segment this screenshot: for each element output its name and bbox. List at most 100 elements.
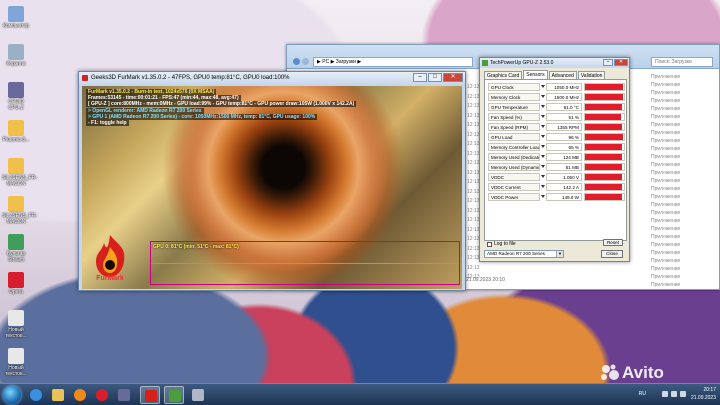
file-type: Приложение bbox=[651, 218, 681, 224]
gpuz-title: TechPowerUp GPU-Z 2.53.0 bbox=[490, 60, 554, 66]
tab-sensors[interactable]: Sensors bbox=[523, 70, 548, 79]
sensor-name: Memory Used (Dynamic) bbox=[488, 163, 540, 171]
file-time: 12:13 bbox=[467, 160, 480, 166]
desktop-icon[interactable]: Opera bbox=[2, 272, 30, 295]
desktop-icon[interactable]: Новый текстов... bbox=[2, 310, 30, 339]
app-icon bbox=[192, 389, 204, 401]
furmark-window[interactable]: Geeks3D FurMark v1.35.0.2 - 47FPS, GPU0 … bbox=[78, 71, 466, 291]
sensor-dropdown-icon[interactable] bbox=[541, 135, 545, 138]
desktop-icon[interactable]: CPUID CPU-Z bbox=[2, 82, 30, 111]
gpuz-minimize-button[interactable]: – bbox=[603, 59, 613, 66]
explorer-search-input[interactable]: Поиск: Загрузки bbox=[651, 57, 713, 67]
file-type: Приложение bbox=[651, 138, 681, 144]
sensor-dropdown-icon[interactable] bbox=[541, 195, 545, 198]
close-button[interactable]: ✕ bbox=[443, 73, 463, 82]
file-type: Приложение bbox=[651, 162, 681, 168]
opera-icon bbox=[8, 272, 24, 288]
furmark-titlebar[interactable]: Geeks3D FurMark v1.35.0.2 - 47FPS, GPU0 … bbox=[79, 72, 465, 84]
desktop-icon[interactable]: Компьютер bbox=[2, 6, 30, 29]
start-button[interactable] bbox=[3, 386, 21, 404]
language-indicator[interactable]: RU bbox=[639, 391, 646, 397]
sensor-row: VDDC Power 149.6 W bbox=[488, 193, 625, 201]
sensor-graph bbox=[584, 163, 625, 171]
back-icon[interactable] bbox=[293, 58, 300, 65]
sensor-value: 149.6 W bbox=[546, 193, 582, 201]
desktop-icon[interactable]: Plutonia-8... bbox=[2, 120, 30, 143]
file-icon bbox=[8, 120, 24, 136]
sensor-dropdown-icon[interactable] bbox=[541, 85, 545, 88]
clock[interactable]: 20:17 21.09.2023 bbox=[691, 386, 716, 402]
desktop-icon[interactable]: SIL2SENS_FR-MACON bbox=[2, 196, 38, 225]
taskbar-gpuz[interactable] bbox=[164, 386, 184, 404]
taskbar-cpuz[interactable] bbox=[114, 386, 134, 404]
sensor-row: Memory Controller Load 65 % bbox=[488, 143, 625, 151]
sensor-name: GPU Temperature bbox=[488, 103, 540, 111]
maximize-button[interactable]: □ bbox=[428, 73, 442, 82]
tab-advanced[interactable]: Advanced bbox=[548, 71, 577, 79]
gpu-temp-graph: GPU 0: 81°C (min: 51°C - max: 81°C) bbox=[150, 241, 460, 285]
gpuz-window[interactable]: TechPowerUp GPU-Z 2.53.0 – ✕ Graphics Ca… bbox=[479, 57, 630, 262]
sensor-graph-fill bbox=[585, 144, 623, 150]
volume-icon[interactable] bbox=[671, 391, 677, 397]
network-icon[interactable] bbox=[662, 391, 668, 397]
gpu-select[interactable]: AMD Radeon R7 200 Series ▼ bbox=[484, 250, 564, 258]
sensor-graph bbox=[584, 153, 625, 161]
log-to-file-checkbox[interactable]: Log to file bbox=[487, 241, 516, 247]
file-time: 12:13 bbox=[467, 217, 480, 223]
osd-line: [ GPU-Z ] core:800MHz - mem:0MHz - GPU l… bbox=[86, 101, 357, 108]
taskbar-app[interactable] bbox=[188, 386, 208, 404]
taskbar-ie[interactable] bbox=[26, 386, 46, 404]
sensor-dropdown-icon[interactable] bbox=[541, 185, 545, 188]
sensor-name: Memory Used (Dedicated) bbox=[488, 153, 540, 161]
gpuz-close-x-button[interactable]: ✕ bbox=[614, 59, 628, 66]
file-type: Приложение bbox=[651, 250, 681, 256]
desktop-icon[interactable]: SIL2SENS_FR-MACON bbox=[2, 158, 37, 187]
sensor-dropdown-icon[interactable] bbox=[541, 115, 545, 118]
furmark-app-icon bbox=[82, 75, 88, 81]
sensor-dropdown-icon[interactable] bbox=[541, 125, 545, 128]
desktop-icon[interactable]: Бульгар Stream bbox=[2, 234, 30, 263]
forward-icon[interactable] bbox=[302, 58, 309, 65]
checkbox-box[interactable] bbox=[487, 241, 492, 247]
sensor-name: Fan Speed (%) bbox=[488, 113, 540, 121]
taskbar-explorer[interactable] bbox=[48, 386, 68, 404]
file-time: 12:13 bbox=[467, 169, 480, 176]
sensor-dropdown-icon[interactable] bbox=[541, 165, 545, 168]
file-time: 12:13 bbox=[467, 188, 480, 195]
sensor-dropdown-icon[interactable] bbox=[541, 95, 545, 98]
desktop-icon-label: Корзина bbox=[6, 61, 26, 67]
reset-button[interactable]: Reset bbox=[603, 239, 623, 246]
sensor-dropdown-icon[interactable] bbox=[541, 145, 545, 148]
desktop-icon[interactable]: Корзина bbox=[2, 44, 30, 67]
gpuz-titlebar[interactable]: TechPowerUp GPU-Z 2.53.0 – ✕ bbox=[480, 58, 629, 68]
tab-validation[interactable]: Validation bbox=[577, 71, 606, 79]
gpuz-close-button[interactable]: Close bbox=[601, 250, 623, 258]
sensor-graph-fill bbox=[585, 134, 623, 140]
file-time: 12:13 bbox=[467, 103, 480, 109]
desktop-icon-label: SIL2SENS_FR-MACON bbox=[2, 213, 38, 225]
sensor-dropdown-icon[interactable] bbox=[541, 155, 545, 158]
flag-icon[interactable] bbox=[680, 391, 686, 397]
sensor-dropdown-icon[interactable] bbox=[541, 105, 545, 108]
desktop-icon-label: Новый текстов... bbox=[5, 327, 27, 339]
taskbar-furmark[interactable] bbox=[140, 386, 160, 404]
file-time: 12:13 bbox=[467, 112, 480, 119]
taskbar-opera[interactable] bbox=[92, 386, 112, 404]
gpu-select-value: AMD Radeon R7 200 Series bbox=[487, 251, 545, 256]
minimize-button[interactable]: – bbox=[413, 73, 427, 82]
sensor-graph-fill bbox=[585, 104, 623, 110]
sensor-value: 81.0 °C bbox=[546, 103, 582, 111]
file-time: 12:13 bbox=[467, 198, 480, 204]
file-type: Приложение bbox=[651, 274, 681, 280]
sensor-graph bbox=[584, 83, 625, 91]
taskbar-media[interactable] bbox=[70, 386, 90, 404]
desktop-icon[interactable]: Новый текстов... bbox=[2, 348, 30, 377]
sensor-dropdown-icon[interactable] bbox=[541, 175, 545, 178]
file-time: 12:13 bbox=[467, 131, 480, 138]
chevron-down-icon[interactable]: ▼ bbox=[556, 251, 563, 257]
tab-graphics-card[interactable]: Graphics Card bbox=[484, 71, 523, 79]
explorer-address-bar[interactable]: ▶ PC ▶ Загрузки ▶ bbox=[313, 57, 473, 67]
opera-icon bbox=[96, 389, 108, 401]
watermark-text: Avito bbox=[622, 363, 664, 382]
sensor-graph bbox=[584, 123, 625, 131]
